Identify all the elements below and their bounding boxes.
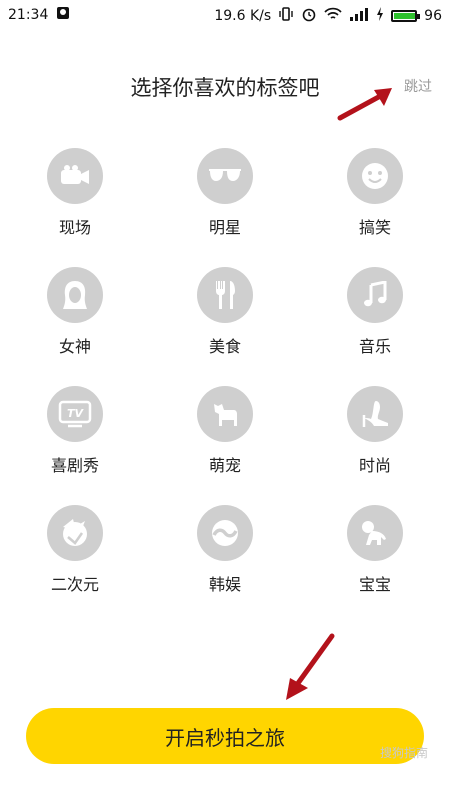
tag-item[interactable]: 美食 (170, 267, 280, 357)
video-camera-icon (47, 148, 103, 204)
watermark: 搜狗指南 (379, 746, 428, 760)
tag-item[interactable]: 现场 (20, 148, 130, 238)
battery-percent: 96 (424, 8, 442, 24)
tag-label: 萌宠 (208, 456, 241, 475)
tag-item[interactable]: 萌宠 (170, 386, 280, 476)
annotation-arrow-icon (286, 633, 335, 700)
tag-item[interactable]: 宝宝 (320, 505, 430, 595)
tv-icon: TV (47, 386, 103, 442)
fork-knife-icon (197, 267, 253, 323)
vibrate-icon (278, 7, 294, 25)
alarm-icon (301, 6, 317, 26)
tag-label: 明星 (208, 218, 241, 237)
battery-icon (391, 10, 421, 22)
skip-button[interactable]: 跳过 (404, 76, 432, 96)
tag-item[interactable]: 时尚 (320, 386, 430, 476)
signal-icon (349, 7, 369, 25)
status-bar: 21:34 19.6 K/s 96 (0, 0, 450, 30)
tag-label: 音乐 (358, 337, 391, 356)
tag-label: 美食 (208, 337, 241, 356)
notification-icon (56, 6, 70, 24)
tag-item[interactable]: 明星 (170, 148, 280, 238)
korea-icon (197, 505, 253, 561)
tag-label: 韩娱 (208, 575, 241, 594)
network-speed: 19.6 K/s (214, 8, 272, 24)
tag-label: 现场 (58, 218, 91, 237)
start-button[interactable]: 开启秒拍之旅 (26, 708, 424, 764)
tag-item[interactable]: 二次元 (20, 505, 130, 595)
wifi-icon (324, 7, 342, 25)
tag-label: 搞笑 (358, 218, 391, 237)
charging-icon (376, 7, 384, 25)
tag-item[interactable]: TV 喜剧秀 (20, 386, 130, 476)
tag-label: 宝宝 (358, 575, 391, 594)
tag-item[interactable]: 音乐 (320, 267, 430, 357)
svg-text:TV: TV (67, 407, 85, 420)
status-time: 21:34 (8, 7, 49, 23)
woman-icon (47, 267, 103, 323)
sunglasses-icon (197, 148, 253, 204)
smiley-icon (347, 148, 403, 204)
tag-label: 二次元 (50, 575, 99, 594)
high-heel-icon (347, 386, 403, 442)
baby-icon (347, 505, 403, 561)
anime-icon (47, 505, 103, 561)
tag-label: 喜剧秀 (50, 456, 99, 475)
dog-icon (197, 386, 253, 442)
page-title: 选择你喜欢的标签吧 (130, 76, 320, 100)
music-note-icon (347, 267, 403, 323)
tag-label: 女神 (58, 337, 91, 356)
tag-item[interactable]: 搞笑 (320, 148, 430, 238)
tag-item[interactable]: 女神 (20, 267, 130, 357)
tag-item[interactable]: 韩娱 (170, 505, 280, 595)
tag-label: 时尚 (358, 456, 391, 475)
